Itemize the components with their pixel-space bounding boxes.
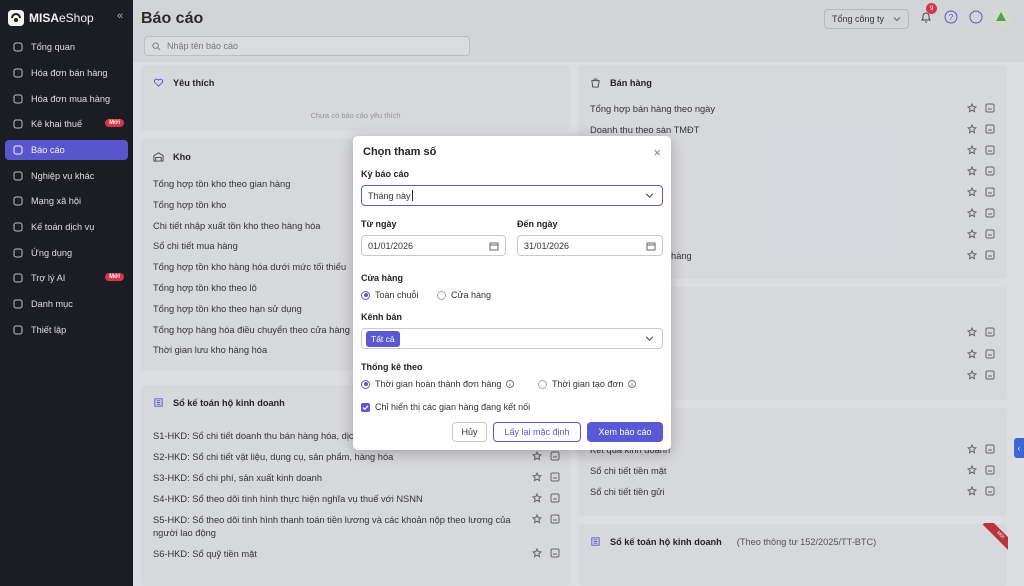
- to-date-input[interactable]: 31/01/2026: [517, 235, 663, 256]
- to-date-value: 31/01/2026: [524, 240, 570, 251]
- statistic-label: Thống kê theo: [361, 362, 423, 372]
- period-select-value: Tháng này: [368, 190, 411, 201]
- info-icon[interactable]: [628, 380, 637, 388]
- checkbox-checked-icon[interactable]: [361, 402, 370, 412]
- radio-selected[interactable]: [361, 379, 370, 389]
- store-option-store[interactable]: Cửa hàng: [437, 290, 491, 300]
- connected-only-checkbox[interactable]: Chỉ hiển thị các gian hàng đang kết nối: [361, 402, 530, 412]
- statistic-option-created[interactable]: Thời gian tạo đơn: [538, 379, 637, 389]
- reset-default-button[interactable]: Lấy lại mặc định: [493, 422, 581, 442]
- store-option-all[interactable]: Toàn chuỗi: [361, 290, 419, 300]
- info-icon[interactable]: [506, 380, 515, 388]
- period-select[interactable]: Tháng này: [361, 185, 663, 206]
- from-date-label: Từ ngày: [361, 219, 397, 229]
- calendar-icon[interactable]: [646, 241, 656, 251]
- dialog-title: Chọn tham số: [363, 146, 437, 158]
- radio-unselected[interactable]: [437, 290, 446, 300]
- from-date-value: 01/01/2026: [368, 240, 414, 251]
- statistic-option-completed[interactable]: Thời gian hoàn thành đơn hàng: [361, 379, 515, 389]
- chevron-down-icon: [645, 336, 654, 341]
- parameter-dialog: Chọn tham số × Kỳ báo cáo Tháng này Từ n…: [353, 136, 671, 450]
- view-report-button[interactable]: Xem báo cáo: [587, 422, 663, 442]
- close-icon[interactable]: ×: [653, 145, 661, 160]
- radio-unselected[interactable]: [538, 379, 547, 389]
- checkbox-label: Chỉ hiển thị các gian hàng đang kết nối: [375, 402, 531, 412]
- channel-select[interactable]: Tất cả: [361, 328, 663, 349]
- radio-selected[interactable]: [361, 290, 370, 300]
- to-date-label: Đến ngày: [517, 219, 558, 229]
- cancel-button[interactable]: Hủy: [452, 422, 487, 442]
- store-label: Cửa hàng: [361, 273, 404, 283]
- channel-tag[interactable]: Tất cả: [366, 330, 400, 347]
- from-date-input[interactable]: 01/01/2026: [361, 235, 506, 256]
- calendar-icon[interactable]: [489, 241, 499, 251]
- chevron-down-icon: [645, 193, 654, 198]
- channel-label: Kênh bán: [361, 312, 403, 322]
- period-label: Kỳ báo cáo: [361, 169, 410, 179]
